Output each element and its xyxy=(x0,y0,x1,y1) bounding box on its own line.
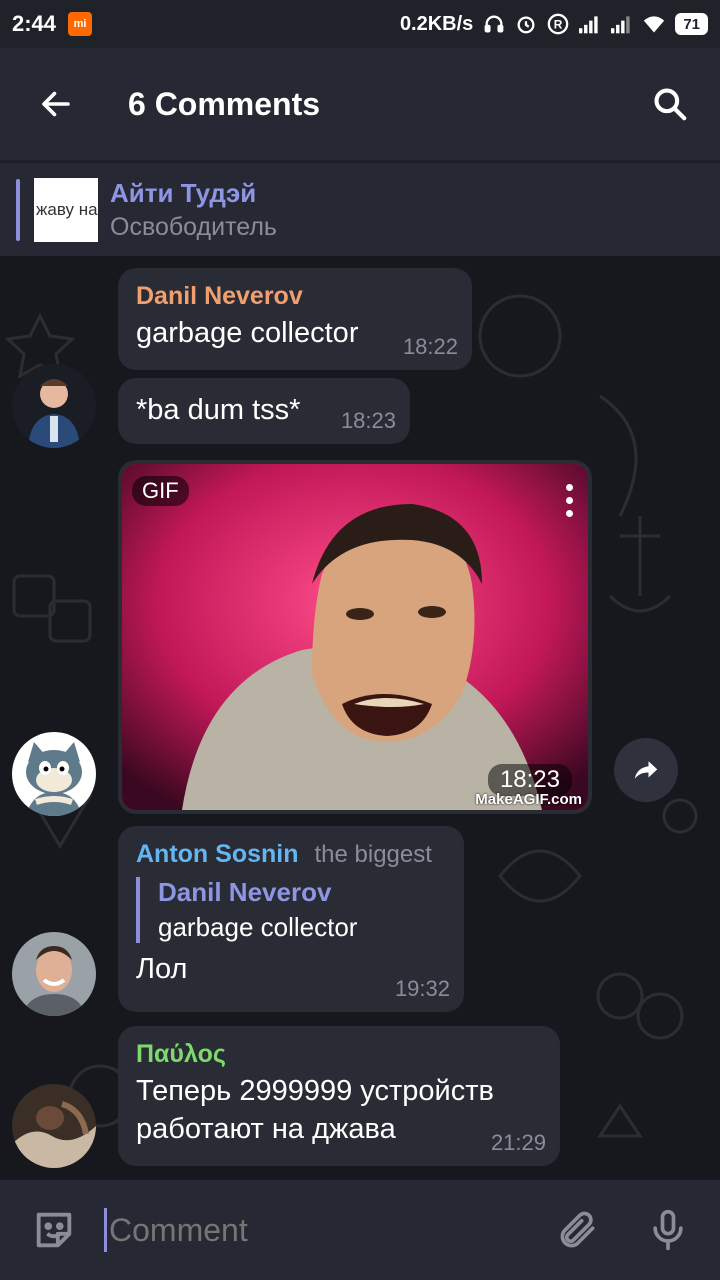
status-right: 0.2KB/s R 71 xyxy=(400,13,708,36)
status-bar: 2:44 mi 0.2KB/s R 71 xyxy=(0,0,720,48)
message-time: 21:29 xyxy=(490,1130,546,1155)
wifi-icon xyxy=(643,13,665,35)
reply-sender: Danil Neverov xyxy=(158,877,332,907)
alarm-icon xyxy=(515,13,537,35)
app-bar: 6 Comments xyxy=(0,48,720,160)
status-time: 2:44 xyxy=(12,11,57,36)
message-bubble[interactable]: Danil Neverov garbage collector 18:22 xyxy=(118,268,472,370)
signal-icon xyxy=(579,13,601,35)
signal-icon-2 xyxy=(611,13,633,35)
mi-notification-icon: mi xyxy=(68,12,93,36)
gif-menu-button[interactable] xyxy=(566,484,574,517)
message-text-line-2: работают на джава xyxy=(136,1112,396,1145)
registered-icon: R xyxy=(547,13,569,35)
pinned-accent-bar xyxy=(16,178,20,241)
pinned-subtitle: Освободитель xyxy=(110,212,277,241)
gif-media[interactable]: GIF 18:23 MakeAGIF.com xyxy=(122,464,588,810)
arrow-left-icon xyxy=(42,91,70,117)
avatar[interactable] xyxy=(12,732,96,816)
sender-title: the biggest xyxy=(314,841,432,868)
pinned-post[interactable]: жаву на Айти Тудэй Освободитель xyxy=(0,162,720,256)
avatar[interactable] xyxy=(12,932,96,1016)
share-button[interactable] xyxy=(614,738,678,802)
message-time: 18:22 xyxy=(402,334,458,359)
message-bubble[interactable]: Anton Sosnin the biggest Danil Neverov g… xyxy=(118,826,464,1012)
message-bubble[interactable]: *ba dum tss* 18:23 xyxy=(118,378,410,444)
pavlos-avatar-icon xyxy=(12,1084,96,1168)
back-button[interactable] xyxy=(28,76,84,132)
avatar[interactable] xyxy=(12,1084,96,1168)
reply-text: garbage collector xyxy=(158,912,358,942)
search-icon xyxy=(654,88,687,121)
message-time: 19:32 xyxy=(394,976,450,1001)
attach-button[interactable] xyxy=(550,1202,606,1258)
avatar[interactable] xyxy=(12,364,96,448)
gif-image xyxy=(122,464,588,810)
chat-area[interactable]: Danil Neverov garbage collector 18:22 *b… xyxy=(0,256,720,1180)
message-sender[interactable]: Παύλος xyxy=(136,1040,542,1069)
sticker-icon xyxy=(36,1212,72,1248)
battery-indicator: 71 xyxy=(675,13,708,35)
share-arrow-icon xyxy=(634,761,658,779)
svg-text:R: R xyxy=(554,18,563,32)
sticker-button[interactable] xyxy=(26,1202,82,1258)
message-bubble[interactable]: Παύλος Теперь 2999999 устройств работают… xyxy=(118,1026,560,1166)
gif-watermark: MakeAGIF.com xyxy=(475,791,582,808)
reply-quote[interactable]: Danil Neverov garbage collector xyxy=(136,877,446,943)
comment-composer xyxy=(0,1180,720,1280)
message-sender[interactable]: Anton Sosnin xyxy=(136,840,298,869)
headphones-icon xyxy=(483,13,505,35)
anton-avatar-icon xyxy=(12,932,96,1016)
gif-message[interactable]: GIF 18:23 MakeAGIF.com xyxy=(118,460,592,814)
tom-cat-avatar-icon xyxy=(12,732,96,816)
pinned-thumbnail: жаву на xyxy=(34,177,98,242)
paperclip-icon xyxy=(560,1211,595,1248)
pinned-title: Айти Тудэй xyxy=(110,177,257,208)
message-sender[interactable]: Danil Neverov xyxy=(136,282,454,311)
page-title: 6 Comments xyxy=(128,85,321,122)
microphone-button[interactable] xyxy=(640,1202,696,1258)
network-speed: 0.2KB/s xyxy=(399,12,474,35)
gif-badge: GIF xyxy=(132,476,189,506)
message-time: 18:23 xyxy=(340,408,396,433)
microphone-icon xyxy=(653,1209,683,1251)
danil-avatar-icon xyxy=(12,364,96,448)
search-button[interactable] xyxy=(642,76,698,132)
pinned-thumbnail-text: жаву на xyxy=(36,199,98,219)
pinned-text: Айти Тудэй Освободитель xyxy=(110,178,277,242)
comment-input[interactable] xyxy=(104,1208,524,1252)
message-header: Anton Sosnin the biggest xyxy=(136,840,446,869)
message-text-line-1: Теперь 2999999 устройств xyxy=(136,1075,494,1107)
